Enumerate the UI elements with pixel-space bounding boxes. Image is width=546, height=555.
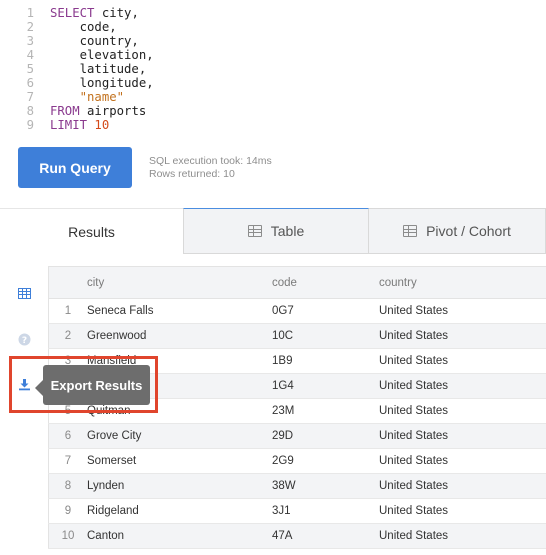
header-index	[48, 266, 87, 299]
row-number: 8	[48, 473, 87, 499]
cell-country: United States	[379, 373, 546, 399]
cell-city: Somerset	[87, 448, 272, 474]
cell-code: 2G9	[272, 448, 379, 474]
cell-code: 3J1	[272, 498, 379, 524]
cell-code: 1B9	[272, 348, 379, 374]
table-row: 10 Canton 47A United States	[48, 523, 546, 549]
sql-string: "name"	[50, 90, 125, 104]
cell-country: United States	[379, 423, 546, 449]
line-number: 3	[26, 34, 34, 48]
table-row: 7 Somerset 2G9 United States	[48, 448, 546, 474]
run-query-button[interactable]: Run Query	[18, 147, 132, 188]
line-number: 9	[26, 118, 34, 132]
sql-text: airports	[79, 104, 147, 118]
tab-table-label: Table	[270, 223, 305, 239]
tab-table[interactable]: Table	[183, 208, 369, 254]
sql-text: code,	[50, 20, 117, 34]
row-number: 7	[48, 448, 87, 474]
cell-city: Greenwood	[87, 323, 272, 349]
row-number: 2	[48, 323, 87, 349]
cell-country: United States	[379, 323, 546, 349]
result-tabs: Results Table Pivot / Cohort	[0, 208, 546, 254]
cell-country: United States	[379, 448, 546, 474]
execution-time: SQL execution took: 14ms	[149, 155, 272, 167]
header-country[interactable]: country	[379, 266, 546, 299]
table-row: 1 Seneca Falls 0G7 United States	[48, 298, 546, 324]
tab-pivot-cohort[interactable]: Pivot / Cohort	[369, 208, 546, 254]
download-icon[interactable]	[16, 376, 32, 392]
header-city[interactable]: city	[87, 266, 272, 299]
line-number: 1	[26, 6, 34, 20]
table-header-row: city code country	[48, 266, 546, 299]
cell-city: Seneca Falls	[87, 298, 272, 324]
tab-pivot-label: Pivot / Cohort	[426, 223, 511, 239]
sql-text: longitude,	[50, 76, 154, 90]
cell-country: United States	[379, 523, 546, 549]
help-circle-icon[interactable]: ?	[16, 331, 32, 347]
sql-keyword: FROM	[50, 104, 80, 118]
row-number: 10	[48, 523, 87, 549]
cell-code: 38W	[272, 473, 379, 499]
tab-results[interactable]: Results	[0, 208, 183, 254]
cell-country: United States	[379, 473, 546, 499]
sql-keyword: LIMIT	[50, 118, 88, 132]
table-row: 9 Ridgeland 3J1 United States	[48, 498, 546, 524]
row-number: 1	[48, 298, 87, 324]
line-number: 8	[26, 104, 34, 118]
cell-city: Ridgeland	[87, 498, 272, 524]
sql-text: city,	[94, 6, 139, 20]
cell-code: 0G7	[272, 298, 379, 324]
sql-editor[interactable]: 1 SELECT city, 2 code, 3 country, 4 eleva…	[0, 6, 546, 140]
cell-code: 29D	[272, 423, 379, 449]
rows-returned: Rows returned: 10	[149, 168, 235, 180]
results-table: city code country 1 Seneca Falls 0G7 United…	[48, 266, 546, 549]
svg-text:?: ?	[21, 335, 26, 345]
header-code[interactable]: code	[272, 266, 379, 299]
table-row: 8 Lynden 38W United States	[48, 473, 546, 499]
cell-code: 23M	[272, 398, 379, 424]
cell-code: 1G4	[272, 373, 379, 399]
table-icon	[247, 225, 262, 237]
tooltip-arrow	[35, 380, 43, 396]
table-row: 2 Greenwood 10C United States	[48, 323, 546, 349]
sql-keyword: SELECT	[50, 6, 95, 20]
export-results-tooltip: Export Results	[43, 365, 150, 405]
row-number: 6	[48, 423, 87, 449]
tab-results-label: Results	[68, 223, 115, 240]
sql-number: 10	[87, 118, 110, 132]
line-number: 7	[26, 90, 34, 104]
sql-text: latitude,	[50, 62, 147, 76]
line-number: 2	[26, 20, 34, 34]
cell-code: 10C	[272, 323, 379, 349]
line-number: 5	[26, 62, 34, 76]
cell-country: United States	[379, 498, 546, 524]
table-view-icon[interactable]	[16, 285, 32, 301]
cell-city: Grove City	[87, 423, 272, 449]
cell-country: United States	[379, 298, 546, 324]
cell-country: United States	[379, 348, 546, 374]
row-number: 9	[48, 498, 87, 524]
cell-city: Lynden	[87, 473, 272, 499]
cell-city: Canton	[87, 523, 272, 549]
line-number: 4	[26, 48, 34, 62]
cell-code: 47A	[272, 523, 379, 549]
execution-info: SQL execution took: 14ms Rows returned: …	[149, 155, 272, 181]
sql-text: elevation,	[50, 48, 154, 62]
line-number: 6	[26, 76, 34, 90]
table-row: 6 Grove City 29D United States	[48, 423, 546, 449]
cell-country: United States	[379, 398, 546, 424]
pivot-icon	[403, 225, 418, 237]
sql-text: country,	[50, 34, 139, 48]
